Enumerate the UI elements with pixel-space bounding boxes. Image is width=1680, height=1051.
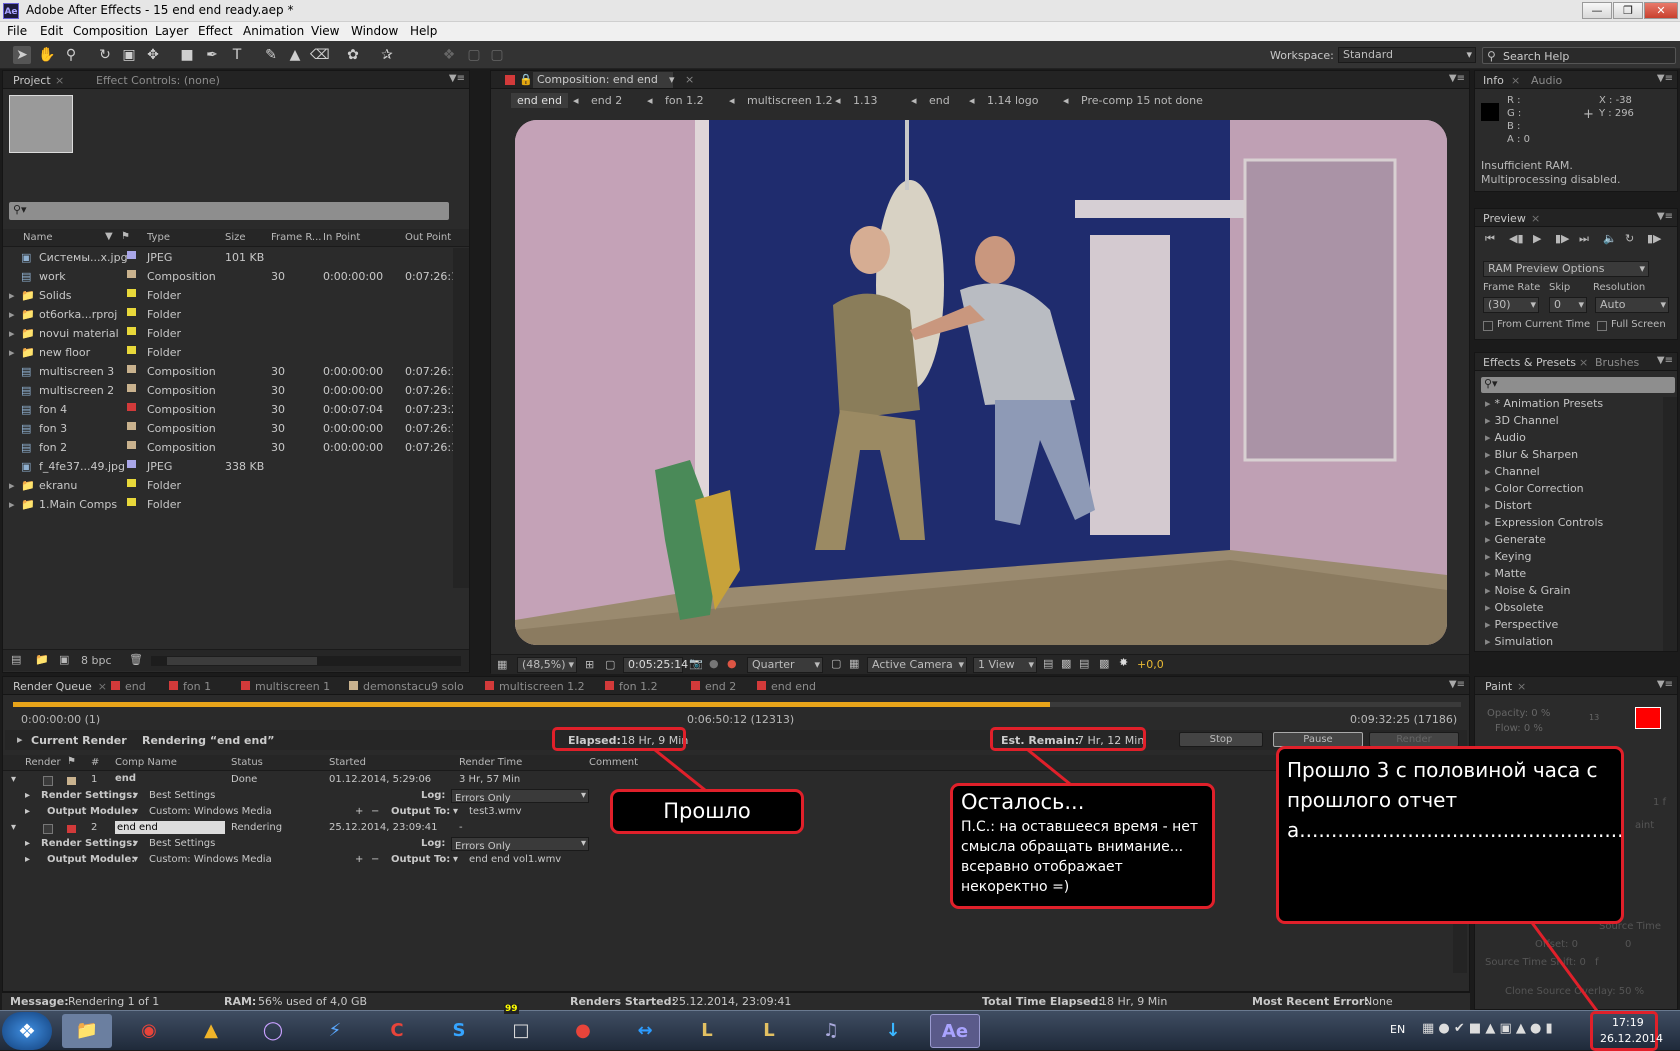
download-icon[interactable]: ↓ [868,1014,918,1048]
windows-taskbar: ❖ 📁 ◉ ▲ ◯ ⚡ C S □ 99 ● ↔ L L ♫ ↓ Ae EN ▦ … [0,1004,1680,1051]
badge-count: 99 [504,1004,519,1014]
clock-date[interactable]: 26.12.2014 [1600,1032,1663,1045]
teamviewer-icon[interactable]: ↔ [620,1014,670,1048]
clock-note-callout: Прошло 3 с половиной часа с прошлого отч… [1276,746,1624,924]
after-effects-taskbar-icon[interactable]: Ae [930,1014,980,1048]
elapsed-callout-text: Прошло [663,799,751,823]
elapsed-callout: Прошло [610,789,804,834]
torrent-icon[interactable]: ◯ [248,1014,298,1048]
clock-note-text: Прошло 3 с половиной часа с прошлого отч… [1287,758,1624,842]
thunder-icon[interactable]: ⚡ [310,1014,360,1048]
skype-icon[interactable]: S [434,1014,484,1048]
network-monitor-icon[interactable]: □ 99 [496,1004,546,1048]
tray-icons[interactable]: ▦ ● ✔ ■ ▲ ▣ ▲ ● ▮ [1422,1021,1553,1036]
remaining-callout-title: Осталось... [961,790,1085,814]
ccleaner-icon[interactable]: C [372,1014,422,1048]
league-client-icon[interactable]: L [744,1014,794,1048]
start-button[interactable]: ❖ [2,1012,52,1050]
sound-app-icon[interactable]: ♫ [806,1014,856,1048]
remaining-callout-body: П.С.: на оставшееся время - нет смысла о… [961,819,1199,895]
media-player-icon[interactable]: ● [558,1014,608,1048]
clock-time[interactable]: 17:19 [1612,1016,1644,1029]
chrome-icon[interactable]: ◉ [124,1014,174,1048]
explorer-icon[interactable]: 📁 [62,1014,112,1048]
aimp-icon[interactable]: ▲ [186,1014,236,1048]
language-indicator[interactable]: EN [1390,1023,1405,1036]
remaining-callout: Осталось... П.С.: на оставшееся время - … [950,783,1215,909]
league-icon[interactable]: L [682,1014,732,1048]
